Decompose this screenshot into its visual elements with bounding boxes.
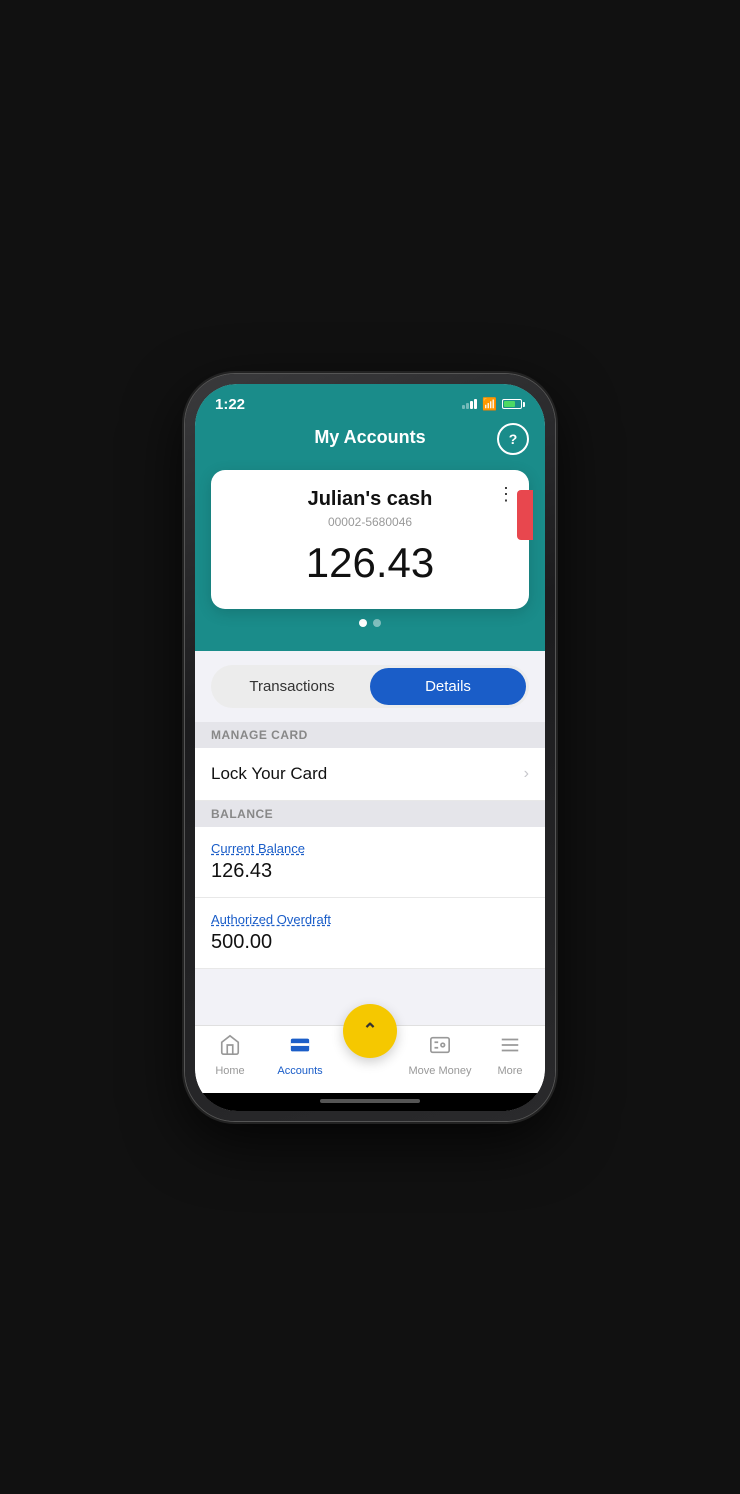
- home-indicator: [195, 1093, 545, 1111]
- nav-home-label: Home: [215, 1065, 244, 1077]
- nav-more-label: More: [497, 1065, 522, 1077]
- lock-card-label: Lock Your Card: [211, 764, 327, 784]
- tab-transactions[interactable]: Transactions: [214, 668, 370, 705]
- move-money-icon: [429, 1034, 451, 1062]
- chevron-right-icon: ›: [524, 765, 529, 783]
- current-balance-row: Current Balance 126.43: [195, 827, 545, 898]
- authorized-overdraft-value: 500.00: [211, 931, 529, 954]
- center-action-button[interactable]: ⌃: [343, 1004, 397, 1058]
- help-button[interactable]: ?: [497, 423, 529, 455]
- chevron-up-icon: ⌃: [362, 1020, 377, 1041]
- lock-card-item[interactable]: Lock Your Card ›: [195, 748, 545, 801]
- phone-inner: 1:22 📶: [195, 384, 545, 1111]
- account-name: Julian's cash: [231, 488, 509, 511]
- nav-home[interactable]: Home: [195, 1034, 265, 1077]
- account-card: ⋮ Julian's cash 00002-5680046 126.43: [211, 470, 529, 609]
- account-number: 00002-5680046: [231, 515, 509, 529]
- wifi-icon: 📶: [482, 397, 497, 411]
- more-icon: [499, 1034, 521, 1062]
- manage-card-section-header: MANAGE CARD: [195, 722, 545, 748]
- status-time: 1:22: [215, 396, 245, 413]
- card-tab-indicator: [517, 490, 533, 540]
- dot-1[interactable]: [359, 619, 367, 627]
- nav-move-money-label: Move Money: [409, 1065, 472, 1077]
- card-menu-button[interactable]: ⋮: [497, 484, 515, 505]
- tab-details[interactable]: Details: [370, 668, 526, 705]
- status-icons: 📶: [462, 397, 525, 411]
- accounts-icon: [289, 1034, 311, 1062]
- header: My Accounts ?: [195, 419, 545, 460]
- dot-2[interactable]: [373, 619, 381, 627]
- authorized-overdraft-row: Authorized Overdraft 500.00: [195, 898, 545, 969]
- current-balance-label[interactable]: Current Balance: [211, 841, 529, 856]
- phone-frame: 1:22 📶: [185, 374, 555, 1121]
- phone-screen: 1:22 📶: [195, 384, 545, 1111]
- home-icon: [219, 1034, 241, 1062]
- balance-section-header: BALANCE: [195, 801, 545, 827]
- nav-move-money[interactable]: Move Money: [405, 1034, 475, 1077]
- pagination-dots: [211, 609, 529, 631]
- page-title: My Accounts: [314, 427, 425, 448]
- battery-icon: [502, 399, 525, 409]
- content-area: Transactions Details MANAGE CARD Lock Yo…: [195, 651, 545, 1025]
- tab-switcher: Transactions Details: [211, 665, 529, 708]
- bottom-nav: Home Accounts ⌃: [195, 1025, 545, 1093]
- card-area: ⋮ Julian's cash 00002-5680046 126.43: [195, 460, 545, 651]
- current-balance-value: 126.43: [211, 860, 529, 883]
- nav-accounts[interactable]: Accounts: [265, 1034, 335, 1077]
- authorized-overdraft-label[interactable]: Authorized Overdraft: [211, 912, 529, 927]
- account-balance: 126.43: [231, 539, 509, 587]
- nav-accounts-label: Accounts: [277, 1065, 322, 1077]
- nav-more[interactable]: More: [475, 1034, 545, 1077]
- status-bar: 1:22 📶: [195, 384, 545, 419]
- signal-icon: [462, 399, 477, 409]
- home-bar: [320, 1099, 420, 1103]
